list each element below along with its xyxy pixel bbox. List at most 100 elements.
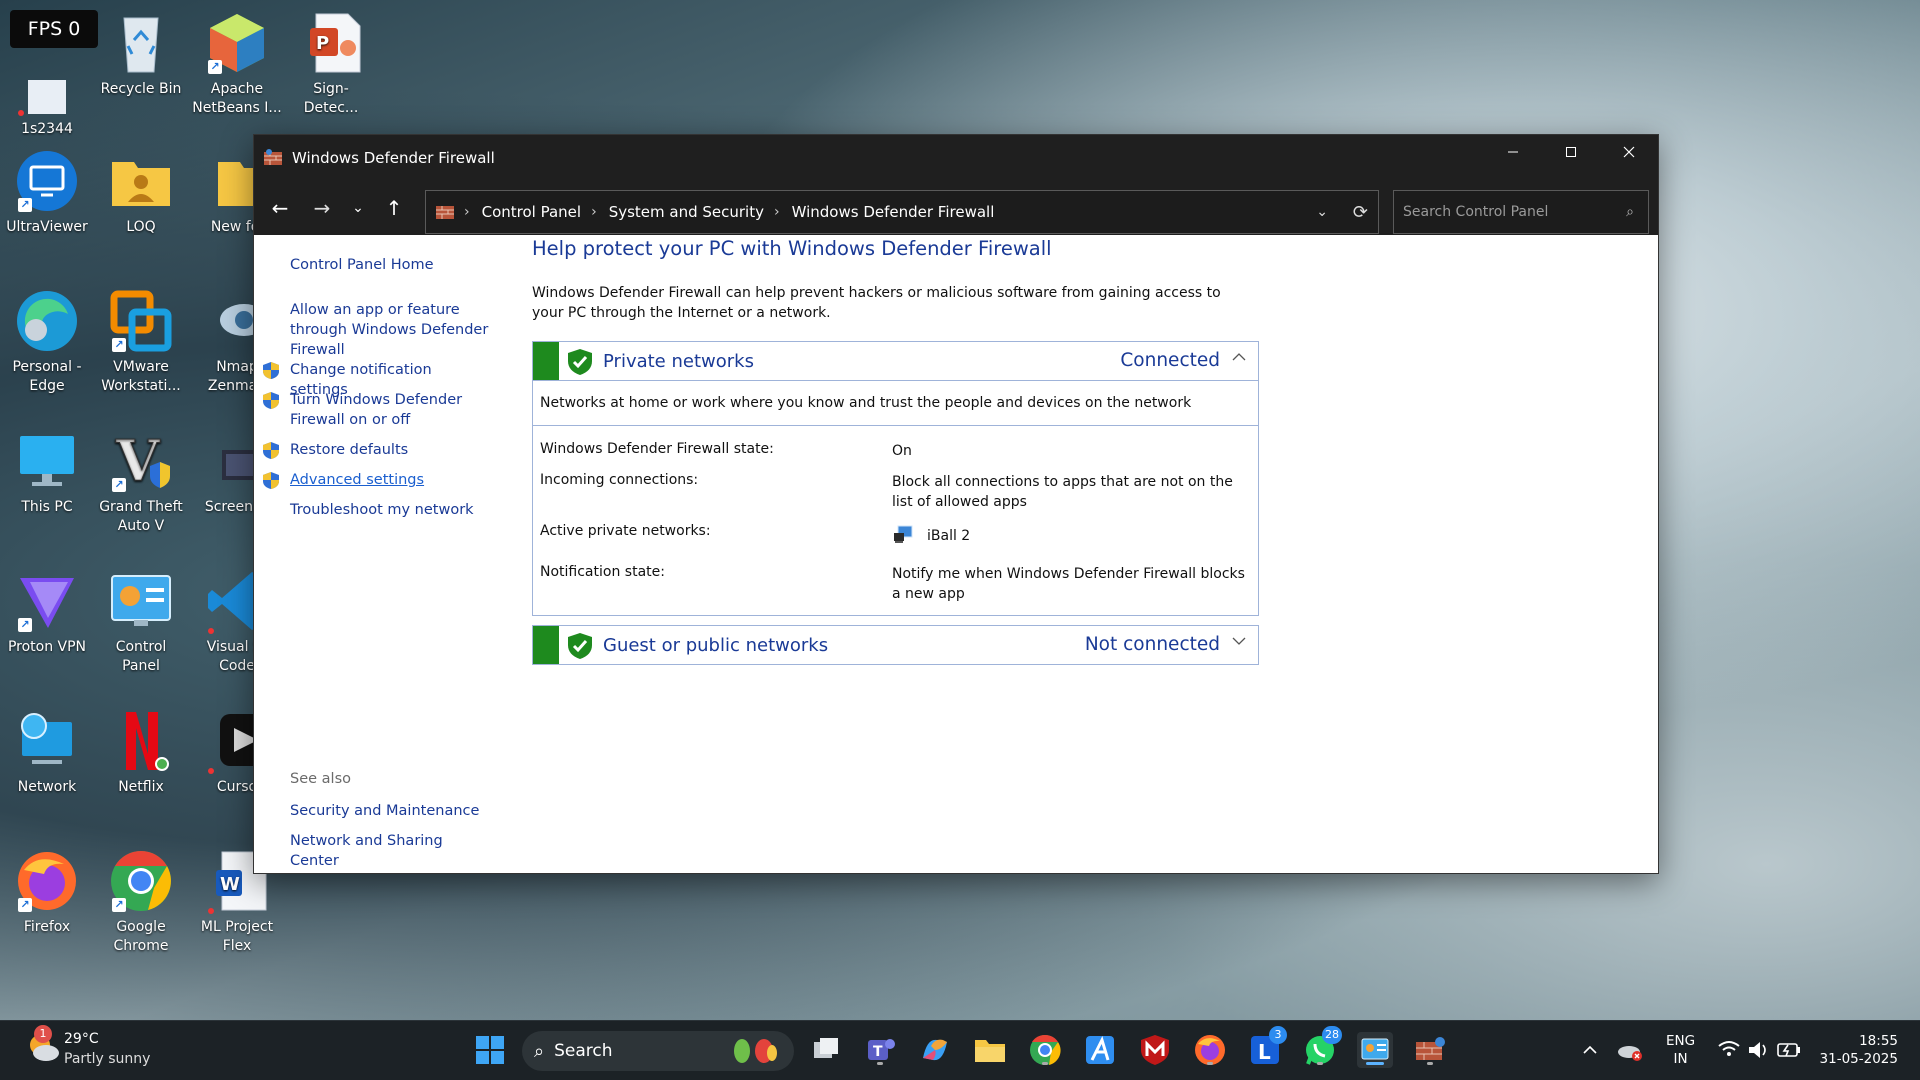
copilot-icon[interactable]: [917, 1032, 953, 1068]
taskbar-search-label: Search: [554, 1041, 613, 1061]
maximize-button[interactable]: [1542, 135, 1600, 169]
control-panel-icon: [108, 568, 174, 634]
breadcrumb-separator-icon: ›: [464, 204, 470, 220]
close-button[interactable]: [1600, 135, 1658, 169]
desktop-icon-netbeans[interactable]: ↗ Apache NetBeans I...: [192, 10, 282, 118]
control-panel-home-link[interactable]: Control Panel Home: [290, 255, 490, 275]
start-button[interactable]: [472, 1032, 508, 1068]
search-icon[interactable]: ⌕: [1626, 204, 1634, 220]
taskbar: 1 29°C Partly sunny ⌕ Search T L 3 28 EN…: [0, 1020, 1920, 1080]
desktop-icon-firefox[interactable]: ↗ Firefox: [2, 848, 92, 937]
desktop-icon-network[interactable]: Network: [2, 708, 92, 797]
search-control-panel-input[interactable]: Search Control Panel ⌕: [1393, 190, 1649, 234]
desktop-icon-netflix[interactable]: Netflix: [96, 708, 186, 797]
search-highlight-icon: [728, 1037, 784, 1065]
firewall-window: Windows Defender Firewall ← → ⌄ ↑ › Cont…: [253, 134, 1659, 874]
desktop-icon-1s2344[interactable]: 1s2344: [2, 50, 92, 139]
desktop-icon-chrome[interactable]: ↗ Google Chrome: [96, 848, 186, 956]
refresh-icon[interactable]: ⟳: [1353, 202, 1368, 223]
address-bar[interactable]: › Control Panel › System and Security › …: [425, 190, 1379, 234]
window-title: Windows Defender Firewall: [292, 149, 495, 167]
netbeans-icon: ↗: [204, 10, 270, 76]
onedrive-error-icon[interactable]: [1615, 1032, 1645, 1068]
desktop-icon-gta-v[interactable]: V ↗ Grand Theft Auto V: [96, 428, 186, 536]
security-maintenance-link[interactable]: Security and Maintenance: [290, 801, 490, 821]
incoming-connections-value: Block all connections to apps that are n…: [892, 474, 1233, 510]
network-sharing-center-link[interactable]: Network and Sharing Center: [290, 831, 490, 871]
taskbar-search-box[interactable]: ⌕ Search: [522, 1031, 794, 1071]
desktop-icon-sign-detec[interactable]: P Sign-Detec...: [286, 10, 376, 118]
desktop-icon-proton-vpn[interactable]: ↗ Proton VPN: [2, 568, 92, 657]
recent-locations-chevron-icon[interactable]: ⌄: [340, 190, 376, 226]
address-dropdown-icon[interactable]: ⌄: [1316, 204, 1328, 220]
firewall-taskbar-icon[interactable]: [1412, 1032, 1448, 1068]
mcafee-icon[interactable]: [1137, 1032, 1173, 1068]
show-hidden-icons-chevron-icon[interactable]: [1575, 1032, 1605, 1068]
private-networks-header[interactable]: Private networks Connected: [533, 342, 1258, 380]
desktop-icon-this-pc[interactable]: This PC: [2, 428, 92, 517]
file-explorer-icon[interactable]: [972, 1032, 1008, 1068]
back-arrow-icon[interactable]: ←: [262, 190, 298, 226]
chevron-up-icon[interactable]: [1232, 350, 1246, 366]
clock-time: 18:55: [1859, 1033, 1898, 1049]
chevron-down-icon[interactable]: [1232, 634, 1246, 650]
turn-firewall-on-off-link[interactable]: Turn Windows Defender Firewall on or off: [263, 390, 490, 430]
desktop-icon-recycle-bin[interactable]: Recycle Bin: [96, 10, 186, 99]
public-networks-panel: Guest or public networks Not connected: [532, 625, 1259, 665]
language-indicator[interactable]: ENG IN: [1666, 1032, 1695, 1068]
minimize-button[interactable]: [1484, 135, 1542, 169]
desktop-icon-ultraviewer[interactable]: ↗ UltraViewer: [2, 148, 92, 237]
language-label: ENG: [1666, 1033, 1696, 1049]
public-networks-title: Guest or public networks: [603, 635, 829, 656]
chrome-taskbar-icon[interactable]: [1027, 1032, 1063, 1068]
desktop-icon-vmware[interactable]: ↗ VMware Workstati...: [96, 288, 186, 396]
desktop-icon-label: Google Chrome: [113, 919, 169, 954]
gta-v-icon: V ↗: [108, 428, 174, 495]
control-panel-small-icon: [436, 203, 454, 221]
firewall-app-icon: [264, 149, 282, 167]
computer-icon: [14, 428, 80, 494]
breadcrumb-firewall[interactable]: Windows Defender Firewall: [792, 203, 995, 221]
intro-text: Windows Defender Firewall can help preve…: [532, 285, 1221, 321]
document-icon: [14, 50, 80, 116]
app-launcher-icon[interactable]: [1082, 1032, 1118, 1068]
status-green-bar: [533, 342, 559, 380]
desktop-icon-label: Control Panel: [115, 639, 167, 674]
weather-widget[interactable]: 1 29°C Partly sunny: [26, 1025, 150, 1067]
firewall-state-label: Windows Defender Firewall state:: [540, 441, 774, 457]
desktop-icon-edge[interactable]: Personal - Edge: [2, 288, 92, 396]
netflix-icon: [108, 708, 174, 774]
desktop-icon-control-panel[interactable]: Control Panel: [96, 568, 186, 676]
task-view-icon[interactable]: [808, 1032, 844, 1068]
volume-icon[interactable]: [1746, 1032, 1772, 1068]
public-networks-status: Not connected: [1084, 634, 1220, 655]
advanced-settings-link[interactable]: Advanced settings: [263, 470, 490, 490]
l-app-icon[interactable]: L 3: [1247, 1026, 1287, 1068]
wifi-icon[interactable]: [1716, 1032, 1742, 1068]
see-also-label: See also: [290, 771, 351, 787]
ultraviewer-icon: ↗: [14, 148, 80, 214]
private-networks-status: Connected: [1120, 350, 1220, 371]
whatsapp-icon[interactable]: 28: [1302, 1026, 1342, 1068]
allow-app-link[interactable]: Allow an app or feature through Windows …: [290, 300, 490, 360]
breadcrumb-control-panel[interactable]: Control Panel: [482, 203, 581, 221]
control-panel-taskbar-icon[interactable]: [1357, 1032, 1393, 1068]
system-clock[interactable]: 18:55 31-05-2025: [1818, 1032, 1898, 1068]
notification-state-value: Notify me when Windows Defender Firewall…: [892, 566, 1245, 602]
firefox-taskbar-icon[interactable]: [1192, 1032, 1228, 1068]
breadcrumb-system-security[interactable]: System and Security: [609, 203, 764, 221]
restore-defaults-link[interactable]: Restore defaults: [263, 440, 490, 460]
desktop-icon-loq[interactable]: LOQ: [96, 148, 186, 237]
forward-arrow-icon[interactable]: →: [304, 190, 340, 226]
troubleshoot-network-link[interactable]: Troubleshoot my network: [290, 500, 490, 520]
battery-icon[interactable]: [1776, 1032, 1802, 1068]
weather-description: Partly sunny: [64, 1051, 151, 1067]
search-placeholder: Search Control Panel: [1403, 204, 1549, 220]
teams-icon[interactable]: T: [862, 1032, 898, 1068]
up-arrow-icon[interactable]: ↑: [376, 190, 412, 226]
title-bar[interactable]: Windows Defender Firewall: [254, 135, 1658, 181]
svg-text:W: W: [220, 874, 240, 895]
private-networks-panel: Private networks Connected Networks at h…: [532, 341, 1259, 616]
public-networks-header[interactable]: Guest or public networks Not connected: [533, 626, 1258, 664]
vmware-icon: ↗: [108, 288, 174, 354]
